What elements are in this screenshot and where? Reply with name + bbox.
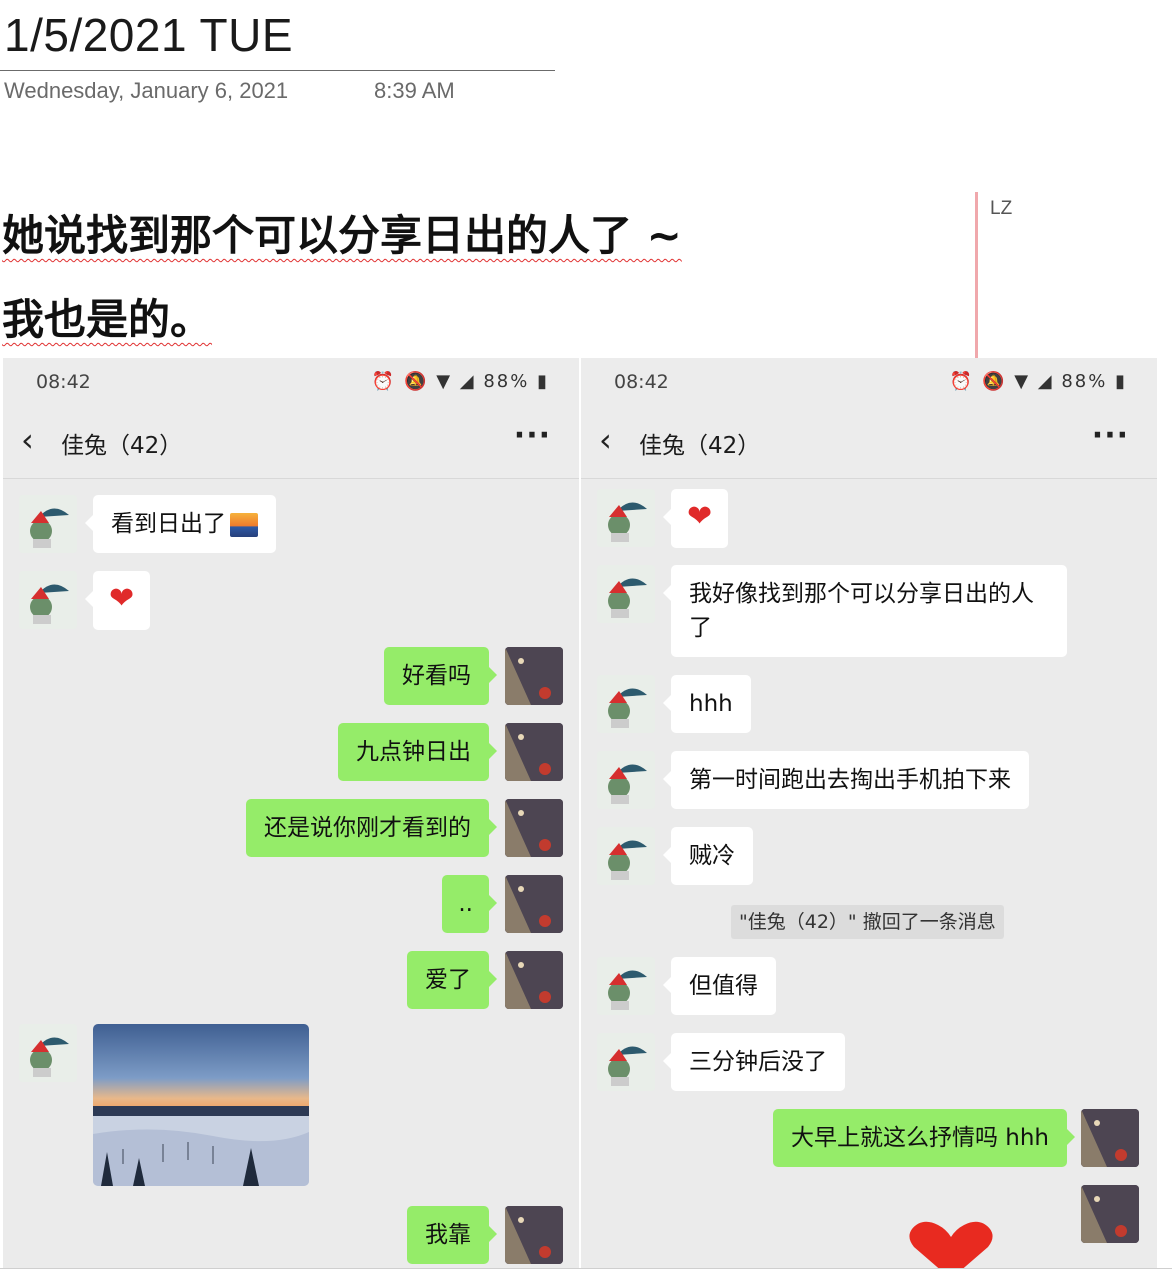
contact-avatar[interactable] (597, 565, 655, 623)
my-avatar[interactable] (505, 799, 563, 857)
author-tag: LZ (990, 198, 1013, 219)
message-bubble-incoming[interactable]: 第一时间跑出去掏出手机拍下来 (663, 751, 1029, 809)
more-icon[interactable]: ··· (514, 418, 551, 453)
author-indicator-bar (975, 192, 978, 358)
contact-avatar[interactable] (597, 489, 655, 547)
message-bubble-outgoing[interactable]: 大早上就这么抒情吗 hhh (772, 1109, 1076, 1167)
sunrise-photo[interactable] (93, 1024, 309, 1186)
contact-avatar[interactable] (597, 827, 655, 885)
my-avatar[interactable] (505, 723, 563, 781)
contact-avatar[interactable] (597, 675, 655, 733)
heart-sticker-icon[interactable] (906, 1219, 996, 1268)
heart-icon: ❤ (687, 499, 713, 534)
contact-avatar[interactable] (597, 1033, 655, 1091)
message-bubble-incoming[interactable]: 看到日出了 (85, 495, 276, 553)
mute-icon: 🔕 (404, 371, 429, 392)
note-heading-line-1[interactable]: 她说找到那个可以分享日出的人了 ~ (2, 206, 682, 266)
contact-avatar[interactable] (597, 751, 655, 809)
wifi-icon: ▼ (436, 371, 453, 392)
message-bubble-outgoing[interactable]: .. (442, 875, 497, 933)
contact-avatar[interactable] (19, 495, 77, 553)
chat-name: 佳兔（42） (639, 433, 761, 459)
page-date: Wednesday, January 6, 2021 (4, 78, 289, 103)
back-icon[interactable]: ‹ (599, 422, 612, 458)
status-bar: 08:42 ⏰ 🔕 ▼ ◢ 88% ▮ (3, 358, 579, 408)
back-icon[interactable]: ‹ (21, 422, 34, 458)
title-divider (0, 70, 555, 71)
status-time: 08:42 (36, 371, 91, 393)
message-bubble-incoming[interactable]: ❤ (662, 489, 729, 548)
status-icons: ⏰ 🔕 ▼ ◢ 88% ▮ (372, 371, 549, 392)
signal-icon: ◢ (1037, 371, 1054, 392)
chat-header: ‹ 佳兔（42） ··· (3, 408, 579, 479)
my-avatar[interactable] (505, 875, 563, 933)
message-bubble-incoming[interactable]: 贼冷 (663, 827, 753, 885)
message-bubble-incoming[interactable]: hhh (663, 675, 751, 733)
message-bubble-outgoing[interactable]: 好看吗 (384, 647, 497, 705)
page-title[interactable]: 1/5/2021 TUE (4, 6, 293, 64)
battery-icon: ▮ (537, 371, 549, 392)
message-bubble-incoming[interactable]: 三分钟后没了 (663, 1033, 845, 1091)
my-avatar[interactable] (1081, 1109, 1139, 1167)
chat-header: ‹ 佳兔（42） ··· (581, 408, 1157, 479)
my-avatar[interactable] (505, 647, 563, 705)
message-bubble-incoming[interactable]: 但值得 (663, 957, 776, 1015)
contact-avatar[interactable] (19, 1024, 77, 1082)
message-bubble-outgoing[interactable]: 还是说你刚才看到的 (246, 799, 497, 857)
status-bar: 08:42 ⏰ 🔕 ▼ ◢ 88% ▮ (581, 358, 1157, 408)
battery-level: 88% (483, 371, 530, 392)
note-heading-line-2[interactable]: 我也是的。 (2, 290, 212, 350)
message-bubble-outgoing[interactable]: 我靠 (407, 1206, 497, 1264)
signal-icon: ◢ (459, 371, 476, 392)
message-list[interactable]: 看到日出了 ❤ 好看吗 九点钟日出 还是说你刚才看到的 .. 爱了 我靠 (3, 479, 579, 1268)
chat-name: 佳兔（42） (61, 433, 183, 459)
my-avatar[interactable] (505, 951, 563, 1009)
contact-avatar[interactable] (19, 571, 77, 629)
recall-notice: "佳兔（42）" 撤回了一条消息 (731, 905, 1004, 939)
my-avatar[interactable] (505, 1206, 563, 1264)
battery-icon: ▮ (1115, 371, 1127, 392)
more-icon[interactable]: ··· (1092, 418, 1129, 453)
heart-icon: ❤ (109, 581, 135, 616)
message-list[interactable]: ❤ 我好像找到那个可以分享日出的人了 hhh 第一时间跑出去掏出手机拍下来 贼冷 (581, 479, 1157, 1268)
status-icons: ⏰ 🔕 ▼ ◢ 88% ▮ (950, 371, 1127, 392)
page-time: 8:39 AM (374, 78, 455, 103)
sunrise-emoji-icon (230, 512, 258, 537)
wifi-icon: ▼ (1014, 371, 1031, 392)
alarm-icon: ⏰ (371, 371, 397, 392)
status-time: 08:42 (614, 371, 669, 393)
chat-screenshot-right: 08:42 ⏰ 🔕 ▼ ◢ 88% ▮ ‹ 佳兔（42） ··· ❤ 我好像找到… (581, 358, 1157, 1268)
alarm-icon: ⏰ (949, 371, 975, 392)
contact-avatar[interactable] (597, 957, 655, 1015)
chat-screenshot-left: 08:42 ⏰ 🔕 ▼ ◢ 88% ▮ ‹ 佳兔（42） ··· 看到日出了 ❤ (3, 358, 579, 1268)
page-bottom-border (0, 1268, 1172, 1269)
message-bubble-outgoing[interactable]: 爱了 (407, 951, 497, 1009)
mute-icon: 🔕 (982, 371, 1007, 392)
battery-level: 88% (1061, 371, 1108, 392)
my-avatar[interactable] (1081, 1185, 1139, 1243)
message-bubble-incoming[interactable]: 我好像找到那个可以分享日出的人了 (663, 565, 1067, 657)
message-bubble-incoming[interactable]: ❤ (84, 571, 151, 630)
message-bubble-outgoing[interactable]: 九点钟日出 (338, 723, 497, 781)
